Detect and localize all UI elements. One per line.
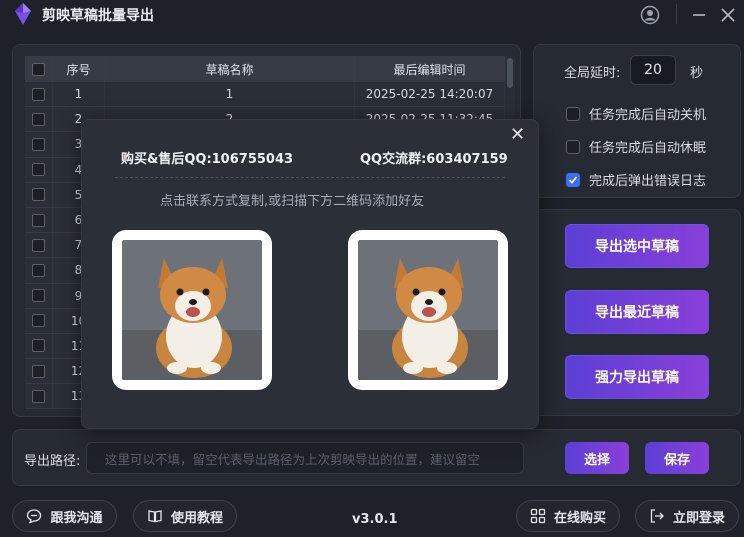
corgi-photo-image	[358, 240, 498, 380]
chat-button-label: 跟我沟通	[50, 510, 103, 526]
qr-code-left	[112, 230, 272, 390]
row-checkbox[interactable]	[32, 213, 45, 227]
close-window-icon[interactable]	[721, 8, 735, 22]
chat-button[interactable]: 跟我沟通	[12, 500, 117, 532]
buy-online-label: 在线购买	[553, 510, 606, 526]
row-checkbox[interactable]	[32, 238, 45, 252]
error-log-checkbox[interactable]	[566, 172, 580, 187]
crystal-logo-icon	[15, 3, 31, 25]
group-qq-text[interactable]: QQ交流群:603407159	[360, 148, 508, 167]
global-delay-input[interactable]: 20	[630, 55, 676, 85]
row-index: 1	[53, 82, 105, 107]
row-checkbox[interactable]	[32, 137, 45, 151]
save-path-button[interactable]: 保存	[645, 442, 709, 474]
row-edit-time: 2025-02-25 14:20:07	[355, 82, 505, 107]
row-checkbox[interactable]	[32, 263, 45, 277]
row-checkbox[interactable]	[32, 112, 45, 126]
book-icon	[148, 510, 162, 523]
user-avatar-icon[interactable]	[640, 5, 660, 25]
auto-shutdown-checkbox[interactable]	[566, 106, 580, 121]
export-path-label: 导出路径:	[24, 454, 81, 469]
column-header-index[interactable]: 序号	[53, 56, 105, 82]
row-checkbox[interactable]	[32, 289, 45, 303]
chat-bubble-icon	[27, 509, 42, 524]
table-row[interactable]: 1 1 2025-02-25 14:20:07	[25, 82, 505, 108]
buy-online-button[interactable]: 在线购买	[516, 500, 620, 532]
option-label: 任务完成后自动休眠	[589, 141, 707, 156]
export-recent-button[interactable]: 导出最近草稿	[565, 290, 709, 334]
row-checkbox[interactable]	[32, 188, 45, 202]
qr-code-right	[348, 230, 508, 390]
force-export-button[interactable]: 强力导出草稿	[565, 355, 709, 399]
row-checkbox[interactable]	[32, 364, 45, 378]
delay-unit-label: 秒	[690, 66, 704, 81]
row-checkbox[interactable]	[32, 389, 45, 403]
app-title: 剪映草稿批量导出	[42, 8, 154, 24]
option-label: 任务完成后自动关机	[589, 108, 707, 123]
row-checkbox[interactable]	[32, 314, 45, 328]
tutorial-button[interactable]: 使用教程	[133, 500, 237, 532]
row-checkbox[interactable]	[32, 339, 45, 353]
modal-hint-text: 点击联系方式复制,或扫描下方二维码添加好友	[160, 194, 425, 209]
select-all-checkbox[interactable]	[32, 62, 45, 76]
choose-path-button[interactable]: 选择	[565, 442, 629, 474]
version-label: v3.0.1	[352, 512, 398, 527]
option-error-log[interactable]: 完成后弹出错误日志	[566, 170, 706, 189]
title-divider	[676, 4, 677, 24]
corgi-photo-image	[122, 240, 262, 380]
purchase-qq-text[interactable]: 购买&售后QQ:106755043	[121, 148, 293, 167]
option-auto-shutdown[interactable]: 任务完成后自动关机	[566, 104, 706, 123]
apps-grid-icon	[530, 508, 546, 524]
column-header-time[interactable]: 最后编辑时间	[355, 56, 505, 82]
option-auto-sleep[interactable]: 任务完成后自动休眠	[566, 137, 706, 156]
login-icon	[650, 509, 664, 523]
row-checkbox[interactable]	[32, 87, 45, 101]
tutorial-button-label: 使用教程	[170, 510, 223, 526]
login-button[interactable]: 立即登录	[635, 500, 739, 532]
auto-sleep-checkbox[interactable]	[566, 139, 580, 154]
minimize-icon[interactable]	[692, 8, 706, 22]
column-header-name[interactable]: 草稿名称	[105, 56, 355, 82]
option-label: 完成后弹出错误日志	[589, 174, 707, 189]
modal-close-icon[interactable]: ✕	[510, 124, 525, 145]
global-delay-label: 全局延时:	[564, 66, 621, 81]
row-checkbox[interactable]	[32, 163, 45, 177]
table-header: 序号 草稿名称 最后编辑时间	[25, 56, 505, 82]
title-bar: 剪映草稿批量导出	[0, 0, 744, 30]
row-draft-name: 1	[105, 82, 355, 107]
export-path-input[interactable]: 这里可以不填，留空代表导出路径为上次剪映导出的位置，建议留空	[86, 442, 524, 474]
export-selected-button[interactable]: 导出选中草稿	[565, 224, 709, 268]
modal-divider	[115, 177, 505, 178]
scrollbar-thumb[interactable]	[507, 58, 513, 88]
login-button-label: 立即登录	[672, 510, 725, 526]
check-icon	[568, 175, 578, 184]
